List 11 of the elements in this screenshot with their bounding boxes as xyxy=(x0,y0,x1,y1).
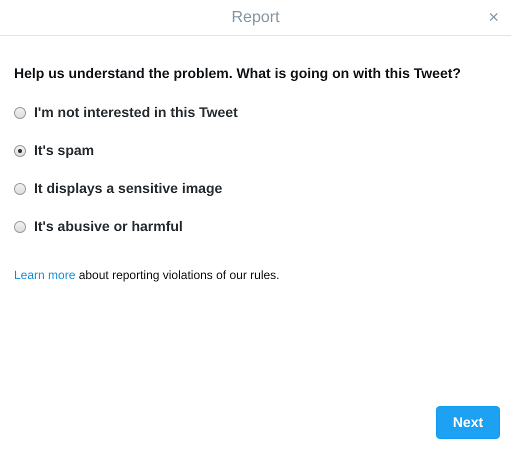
option-label[interactable]: It's abusive or harmful xyxy=(34,216,183,237)
option-label[interactable]: It's spam xyxy=(34,140,94,161)
radio-button[interactable] xyxy=(14,182,26,194)
radio-button[interactable] xyxy=(14,106,26,118)
option-label[interactable]: I'm not interested in this Tweet xyxy=(34,102,238,123)
question-text: Help us understand the problem. What is going on with this Tweet? xyxy=(14,64,462,83)
option-label[interactable]: It displays a sensitive image xyxy=(34,178,222,199)
radio-button[interactable] xyxy=(14,220,26,232)
dialog-title: Report xyxy=(231,8,280,28)
radio-button[interactable] xyxy=(14,144,26,156)
help-text: Learn more about reporting violations of our rules. xyxy=(14,267,280,284)
